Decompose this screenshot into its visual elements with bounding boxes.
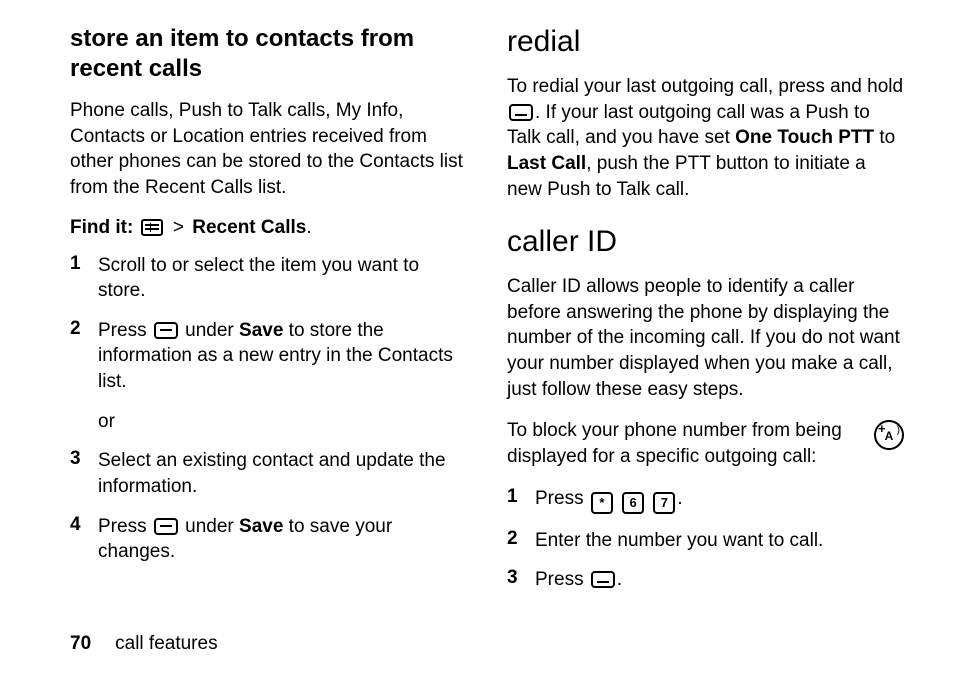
step-number: 2 [70,318,98,340]
text-part: . [677,488,682,509]
step-text: Enter the number you want to call. [535,528,904,554]
step-text: Press * 6 7. [535,486,904,514]
find-it-target: Recent Calls [192,217,306,238]
manual-page: store an item to contacts from recent ca… [0,0,954,677]
list-item: 1 Scroll to or select the item you want … [70,253,467,304]
keypad-6-icon: 6 [622,492,644,514]
text-part: to [874,127,895,148]
send-key-icon [591,571,615,588]
caller-id-block-intro: +) To block your phone number from being… [507,418,904,469]
keypad-7-icon: 7 [653,492,675,514]
text-part: . [617,569,622,590]
right-column: redial To redial your last outgoing call… [507,24,904,607]
text-part: Press [535,488,589,509]
caller-id-steps-list: 1 Press * 6 7. 2 Enter the number you wa… [507,486,904,593]
save-label: Save [239,516,283,537]
list-item: 1 Press * 6 7. [507,486,904,514]
list-item: 2 Press under Save to store the informat… [70,318,467,435]
step-text: Press under Save to store the informatio… [98,318,467,435]
caller-id-heading: caller ID [507,224,904,260]
store-item-intro: Phone calls, Push to Talk calls, My Info… [70,98,467,201]
text-part: Press [535,569,589,590]
text-part: under [185,320,239,341]
list-item: 2 Enter the number you want to call. [507,528,904,554]
step-number: 4 [70,514,98,536]
step-text: Scroll to or select the item you want to… [98,253,467,304]
find-it-label: Find it: [70,217,133,238]
softkey-icon [154,518,178,535]
page-footer: 70 call features [70,633,218,655]
keypad-star-icon: * [591,492,613,514]
text-part: To redial your last outgoing call, press… [507,76,903,97]
redial-paragraph: To redial your last outgoing call, press… [507,74,904,202]
step-number: 1 [507,486,535,508]
step-text: Press under Save to save your changes. [98,514,467,565]
text-part: Press [98,516,152,537]
find-it-period: . [306,217,311,238]
text-part: under [185,516,239,537]
step-text: Press . [535,567,904,593]
step-text: Select an existing contact and update th… [98,448,467,499]
last-call-label: Last Call [507,153,586,174]
columns: store an item to contacts from recent ca… [70,24,904,607]
one-touch-ptt-label: One Touch PTT [735,127,874,148]
send-key-icon [509,104,533,121]
feature-icon: +) [874,420,904,450]
list-item: 3 Select an existing contact and update … [70,448,467,499]
list-item: 4 Press under Save to save your changes. [70,514,467,565]
store-item-heading: store an item to contacts from recent ca… [70,24,467,84]
store-steps-list: 1 Scroll to or select the item you want … [70,253,467,565]
greater-than-icon: > [173,217,184,238]
find-it-line: Find it: > Recent Calls. [70,217,467,239]
step-number: 2 [507,528,535,550]
step-number: 3 [507,567,535,589]
step-number: 3 [70,448,98,470]
save-label: Save [239,320,283,341]
or-text: or [98,409,467,435]
text-part: Press [98,320,152,341]
step-number: 1 [70,253,98,275]
left-column: store an item to contacts from recent ca… [70,24,467,607]
caller-id-intro: Caller ID allows people to identify a ca… [507,274,904,402]
list-item: 3 Press . [507,567,904,593]
page-number: 70 [70,633,91,654]
menu-icon [141,219,163,236]
footer-section-label: call features [115,633,217,654]
text-part: To block your phone number from being di… [507,420,842,467]
softkey-icon [154,322,178,339]
redial-heading: redial [507,24,904,60]
